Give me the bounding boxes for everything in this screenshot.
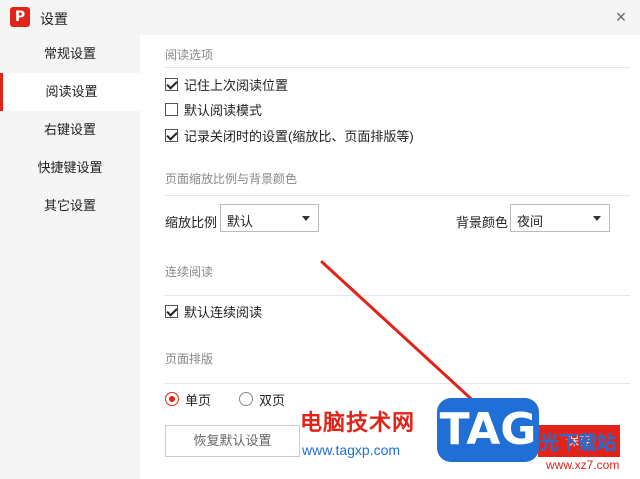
radio-selected-icon[interactable] (165, 392, 179, 406)
divider (165, 67, 630, 68)
option-record-close-settings[interactable]: 记录关闭时的设置(缩放比、页面排版等) (165, 126, 414, 144)
sidebar-item-shortcuts[interactable]: 快捷键设置 (0, 149, 140, 187)
background-color-label: 背景颜色 (456, 215, 509, 230)
zoom-label: 缩放比例 (165, 215, 218, 230)
section-title-zoom-background: 页面缩放比例与背景颜色 (165, 172, 298, 186)
zoom-select[interactable]: 默认 (220, 204, 319, 232)
app-logo-icon: P (10, 7, 30, 27)
checkbox-unchecked-icon[interactable] (165, 102, 178, 116)
divider (165, 295, 630, 296)
option-label: 记录关闭时的设置(缩放比、页面排版等) (184, 128, 414, 144)
watermark-tag-logo: TAG (437, 398, 539, 462)
sidebar: 常规设置 阅读设置 右键设置 快捷键设置 其它设置 (0, 35, 140, 479)
title-bar: P 设置 × (0, 0, 640, 35)
background-color-select[interactable]: 夜间 (510, 204, 610, 232)
window-title: 设置 (40, 11, 68, 27)
restore-defaults-button[interactable]: 恢复默认设置 (165, 425, 300, 457)
checkbox-checked-icon[interactable] (165, 77, 178, 91)
watermark-site-url: www.tagxp.com (302, 442, 401, 458)
option-default-reading-mode[interactable]: 默认阅读模式 (165, 100, 262, 118)
watermark-site-name: 电脑技术网 (300, 411, 416, 436)
watermark-brand: 光下载站 (540, 432, 617, 454)
radio-label: 双页 (259, 392, 286, 408)
checkbox-checked-icon[interactable] (165, 304, 178, 318)
zoom-select-value: 默认 (227, 214, 254, 229)
option-label: 默认阅读模式 (184, 102, 263, 118)
option-remember-position[interactable]: 记住上次阅读位置 (165, 75, 288, 93)
option-label: 记住上次阅读位置 (184, 77, 289, 93)
section-title-page-layout: 页面排版 (165, 352, 214, 366)
divider (165, 195, 630, 196)
radio-double-page[interactable]: 双页 (239, 390, 285, 408)
checkbox-checked-icon[interactable] (165, 128, 178, 142)
chevron-down-icon (593, 216, 601, 221)
chevron-down-icon (302, 216, 310, 221)
sidebar-item-general[interactable]: 常规设置 (0, 35, 140, 73)
sidebar-item-right-click[interactable]: 右键设置 (0, 111, 140, 149)
sidebar-item-reading[interactable]: 阅读设置 (0, 73, 140, 111)
close-icon[interactable]: × (610, 6, 632, 28)
watermark-brand-url: www.xz7.com (546, 458, 620, 472)
radio-single-page[interactable]: 单页 (165, 390, 211, 408)
divider (165, 383, 630, 384)
section-title-continuous: 连续阅读 (165, 265, 214, 279)
option-label: 默认连续阅读 (184, 304, 263, 320)
sidebar-item-other[interactable]: 其它设置 (0, 187, 140, 225)
option-default-continuous[interactable]: 默认连续阅读 (165, 302, 262, 320)
background-select-value: 夜间 (517, 214, 544, 229)
radio-unselected-icon[interactable] (239, 392, 253, 406)
radio-label: 单页 (185, 392, 212, 408)
section-title-reading-options: 阅读选项 (165, 48, 214, 62)
